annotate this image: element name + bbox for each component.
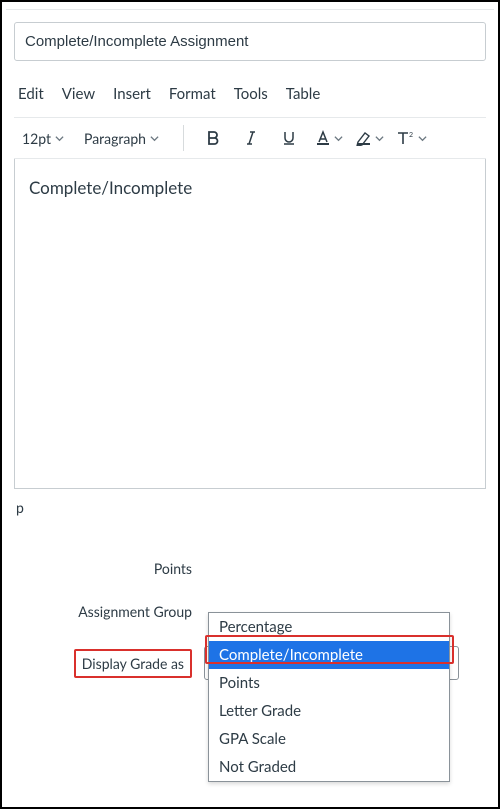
cropped-header-edge — [6, 6, 494, 10]
editor-body-text: Complete/Incomplete — [29, 177, 192, 198]
assignment-name-input[interactable] — [14, 22, 486, 61]
assignment-group-label: Assignment Group — [14, 603, 204, 620]
block-format-label: Paragraph — [84, 130, 146, 147]
highlight-color-button[interactable] — [353, 124, 386, 152]
menu-insert[interactable]: Insert — [113, 85, 151, 103]
italic-button[interactable] — [236, 124, 266, 152]
chevron-down-icon — [418, 134, 427, 143]
text-color-button[interactable] — [312, 124, 345, 152]
option-percentage[interactable]: Percentage — [209, 613, 449, 641]
points-row: Points — [14, 560, 486, 577]
menu-edit[interactable]: Edit — [18, 85, 44, 103]
svg-text:2: 2 — [409, 131, 413, 139]
editor-status-path: p — [14, 489, 486, 516]
editor-toolbar: 12pt Paragraph — [14, 117, 486, 159]
option-not-graded[interactable]: Not Graded — [209, 753, 449, 781]
font-size-dropdown[interactable]: 12pt — [16, 126, 70, 151]
superscript-button[interactable]: 2 — [394, 124, 429, 152]
block-format-dropdown[interactable]: Paragraph — [78, 126, 165, 151]
menu-format[interactable]: Format — [169, 85, 216, 103]
option-gpa-scale[interactable]: GPA Scale — [209, 725, 449, 753]
font-size-label: 12pt — [22, 130, 51, 147]
chevron-down-icon — [375, 134, 384, 143]
chevron-down-icon — [334, 134, 343, 143]
rich-content-editor: Edit View Insert Format Tools Table 12pt… — [14, 79, 486, 489]
menu-view[interactable]: View — [62, 85, 95, 103]
editor-content-area[interactable]: Complete/Incomplete — [14, 159, 486, 489]
display-grade-as-label: Display Grade as — [74, 649, 192, 678]
option-letter-grade[interactable]: Letter Grade — [209, 697, 449, 725]
menu-tools[interactable]: Tools — [234, 85, 268, 103]
option-complete-incomplete[interactable]: Complete/Incomplete — [209, 641, 449, 669]
underline-button[interactable] — [274, 124, 304, 152]
option-points[interactable]: Points — [209, 669, 449, 697]
toolbar-divider — [183, 125, 184, 151]
assignment-edit-page: Edit View Insert Format Tools Table 12pt… — [0, 0, 500, 809]
chevron-down-icon — [150, 134, 159, 143]
display-grade-as-label-wrap: Display Grade as — [14, 655, 204, 672]
editor-menubar: Edit View Insert Format Tools Table — [14, 79, 486, 117]
chevron-down-icon — [55, 134, 64, 143]
bold-button[interactable] — [198, 124, 228, 152]
display-grade-as-listbox[interactable]: Percentage Complete/Incomplete Points Le… — [208, 612, 450, 782]
points-label: Points — [14, 560, 204, 577]
menu-table[interactable]: Table — [286, 85, 320, 103]
